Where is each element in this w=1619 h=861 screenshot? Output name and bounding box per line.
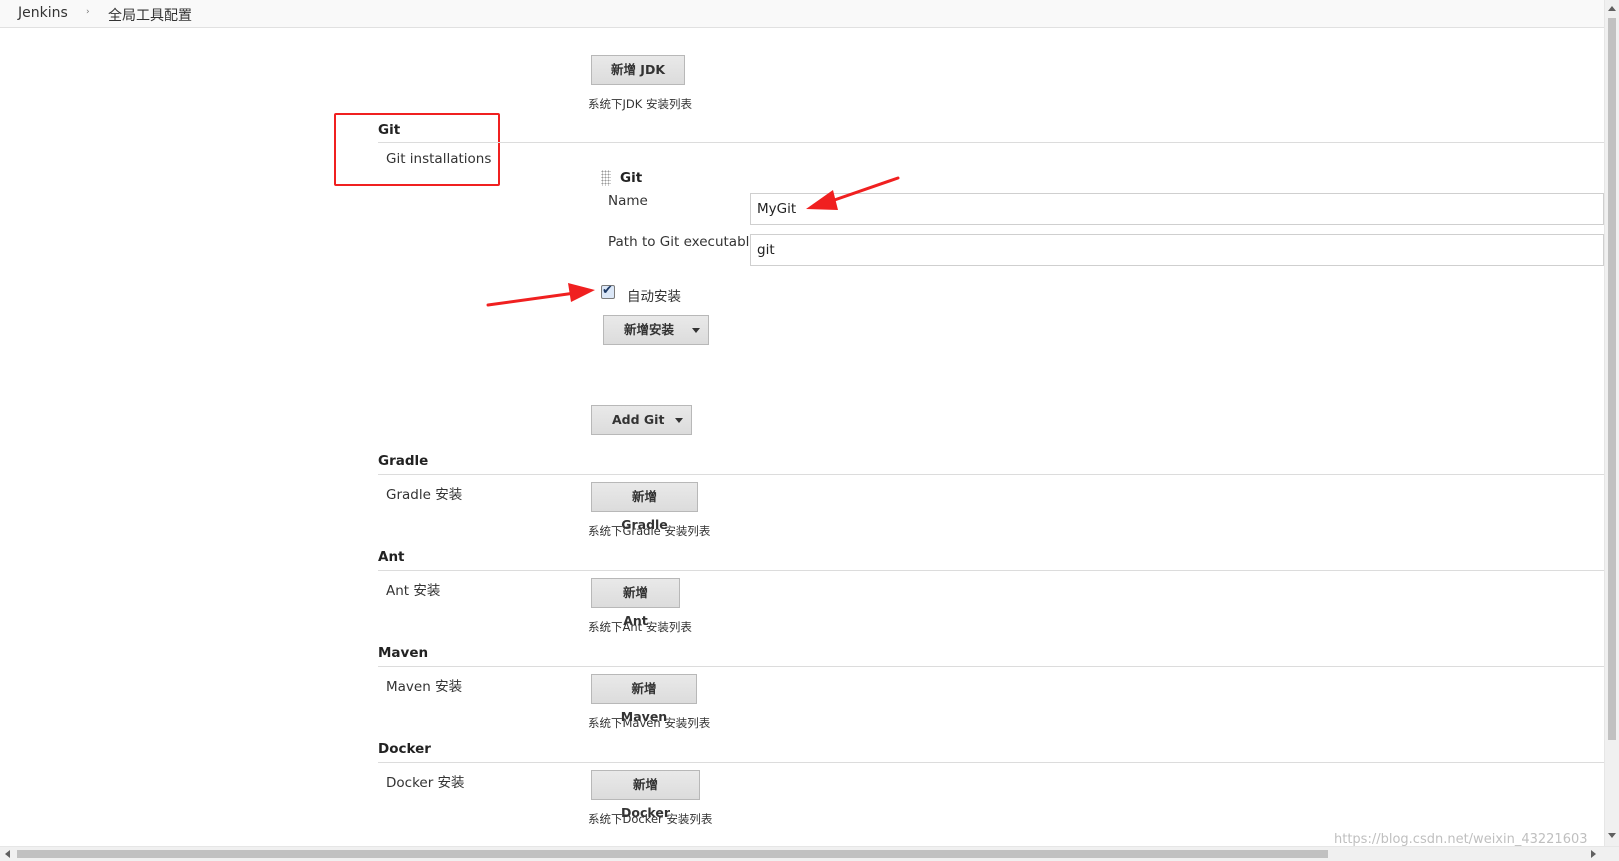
docker-section-divider xyxy=(378,762,1604,763)
scroll-right-arrow-icon[interactable] xyxy=(1591,850,1596,858)
arrow-to-auto-install-checkbox xyxy=(486,283,595,307)
add-maven-button[interactable]: 新增 Maven xyxy=(591,674,697,724)
ant-installations-label: Ant 安装 xyxy=(386,583,441,599)
add-jdk-button[interactable]: 新增 JDK xyxy=(591,55,685,85)
maven-section-divider xyxy=(378,666,1604,667)
jdk-list-description: 系统下JDK 安装列表 xyxy=(588,97,692,111)
docker-list-description: 系统下Docker 安装列表 xyxy=(588,812,713,826)
auto-install-label: 自动安装 xyxy=(627,289,681,305)
jenkins-global-tool-config-page: Jenkins › 全局工具配置 新增 JDK 系统下JDK 安装列表 Git … xyxy=(0,0,1619,861)
gradle-section-title: Gradle xyxy=(378,453,429,469)
git-path-input[interactable] xyxy=(750,234,1604,266)
vertical-scroll-thumb[interactable] xyxy=(1608,18,1616,740)
docker-section-title: Docker xyxy=(378,741,431,757)
breadcrumb: Jenkins › 全局工具配置 xyxy=(0,0,1604,28)
add-installer-label: 新增安装 xyxy=(624,322,675,337)
scroll-left-arrow-icon[interactable] xyxy=(5,850,10,858)
horizontal-scrollbar[interactable] xyxy=(0,846,1619,861)
ant-list-description: 系统下Ant 安装列表 xyxy=(588,620,692,634)
ant-section-title: Ant xyxy=(378,549,405,565)
maven-section-title: Maven xyxy=(378,645,429,661)
add-installer-dropdown-button[interactable]: 新增安装 xyxy=(603,315,709,345)
add-ant-button[interactable]: 新增 Ant xyxy=(591,578,680,628)
add-docker-button[interactable]: 新增 Docker xyxy=(591,770,700,820)
checkmark-icon: ✔ xyxy=(602,283,613,298)
git-section-title: Git xyxy=(378,122,401,138)
maven-list-description: 系统下Maven 安装列表 xyxy=(588,716,711,730)
git-name-label: Name xyxy=(608,193,648,209)
gradle-list-description: 系统下Gradle 安装列表 xyxy=(588,524,711,538)
auto-install-checkbox[interactable]: ✔ xyxy=(601,283,615,299)
breadcrumb-current-page[interactable]: 全局工具配置 xyxy=(108,5,192,25)
scroll-down-arrow-icon[interactable] xyxy=(1608,833,1616,838)
git-path-label: Path to Git executable xyxy=(608,234,758,250)
caret-down-icon xyxy=(675,418,683,423)
caret-down-icon xyxy=(692,328,700,333)
breadcrumb-jenkins-link[interactable]: Jenkins xyxy=(18,5,68,21)
add-git-dropdown-button[interactable]: Add Git xyxy=(591,405,692,435)
add-git-label: Add Git xyxy=(612,412,665,427)
git-entry-title: Git xyxy=(620,170,643,186)
vertical-scrollbar[interactable] xyxy=(1604,0,1619,846)
maven-installations-label: Maven 安装 xyxy=(386,679,463,695)
git-installations-label: Git installations xyxy=(386,151,492,167)
breadcrumb-chevron-icon: › xyxy=(86,7,90,17)
add-gradle-button[interactable]: 新增 Gradle xyxy=(591,482,698,532)
docker-installations-label: Docker 安装 xyxy=(386,775,465,791)
git-name-input[interactable] xyxy=(750,193,1604,225)
gradle-section-divider xyxy=(378,474,1604,475)
ant-section-divider xyxy=(378,570,1604,571)
scroll-up-arrow-icon[interactable] xyxy=(1608,6,1616,11)
watermark-text: https://blog.csdn.net/weixin_43221603 xyxy=(1334,832,1588,847)
annotation-arrows xyxy=(486,176,900,307)
git-section-divider xyxy=(378,142,1604,143)
gradle-installations-label: Gradle 安装 xyxy=(386,487,463,503)
horizontal-scroll-thumb[interactable] xyxy=(17,850,1328,858)
drag-handle-icon[interactable] xyxy=(601,170,611,186)
annotation-highlight-box xyxy=(334,113,500,186)
